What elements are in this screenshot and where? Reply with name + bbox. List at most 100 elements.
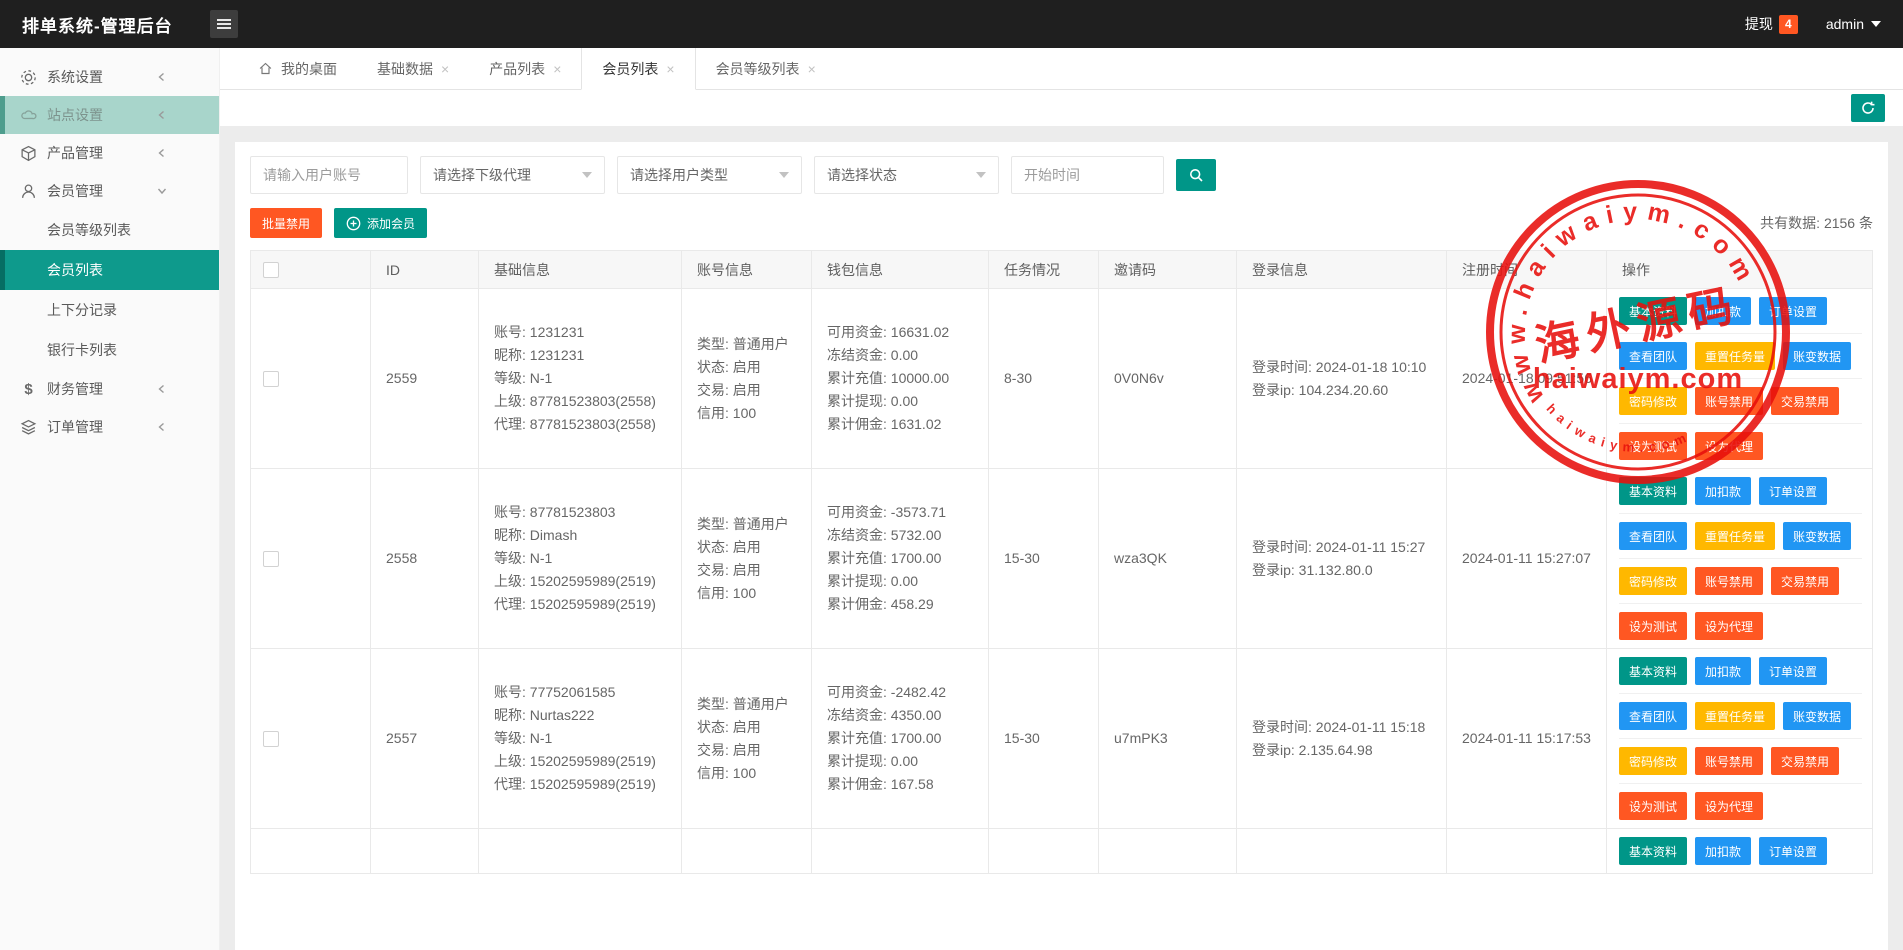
action-button[interactable]: 密码修改	[1619, 567, 1687, 595]
action-button[interactable]: 查看团队	[1619, 342, 1687, 370]
user-menu[interactable]: admin	[1826, 16, 1881, 32]
wallet-info-cell: 可用资金: -2482.42冻结资金: 4350.00累计充值: 1700.00…	[812, 649, 989, 828]
action-button[interactable]: 账号禁用	[1695, 567, 1763, 595]
action-button[interactable]: 重置任务量	[1695, 522, 1775, 550]
row-checkbox[interactable]	[263, 731, 279, 747]
info-line: 类型: 普通用户	[697, 333, 807, 356]
row-checkbox[interactable]	[263, 551, 279, 567]
actions-cell: 基本资料加扣款订单设置	[1607, 829, 1872, 873]
action-button[interactable]: 基本资料	[1619, 837, 1687, 865]
action-button[interactable]: 设为测试	[1619, 432, 1687, 460]
sidebar-item-5[interactable]: 订单管理	[0, 408, 219, 446]
start-date-input[interactable]	[1011, 156, 1164, 194]
action-button[interactable]: 交易禁用	[1771, 387, 1839, 415]
info-line: 等级: N-1	[494, 547, 677, 570]
action-button[interactable]: 加扣款	[1695, 477, 1751, 505]
action-button[interactable]: 设为测试	[1619, 612, 1687, 640]
tab-4[interactable]: 会员等级列表×	[696, 48, 836, 89]
withdraw-count-badge: 4	[1779, 15, 1798, 34]
close-icon[interactable]: ×	[666, 61, 674, 77]
account-search-input[interactable]	[250, 156, 408, 194]
action-button[interactable]: 加扣款	[1695, 837, 1751, 865]
action-button[interactable]: 查看团队	[1619, 522, 1687, 550]
status-select-value: 请选择状态	[827, 165, 897, 185]
sidebar-subitem-3-1[interactable]: 会员列表	[0, 250, 219, 290]
action-button[interactable]: 设为代理	[1695, 432, 1763, 460]
action-button[interactable]: 账号禁用	[1695, 387, 1763, 415]
action-button[interactable]: 账变数据	[1783, 522, 1851, 550]
row-checkbox[interactable]	[263, 371, 279, 387]
info-line: 信用: 100	[697, 402, 807, 425]
action-line: 基本资料加扣款订单设置	[1619, 469, 1862, 513]
column-header-1: ID	[371, 251, 479, 288]
action-button[interactable]: 设为测试	[1619, 792, 1687, 820]
action-button[interactable]: 设为代理	[1695, 612, 1763, 640]
chevron-left-icon	[157, 110, 167, 120]
basic-info-cell: 账号: 87781523803昵称: Dimash等级: N-1上级: 1520…	[479, 469, 682, 648]
tab-3[interactable]: 会员列表×	[581, 48, 695, 90]
sidebar-item-label: 会员管理	[0, 181, 103, 201]
close-icon[interactable]: ×	[808, 61, 816, 77]
invite-code-cell: wza3QK	[1099, 469, 1237, 648]
sidebar-subitem-3-0[interactable]: 会员等级列表	[0, 210, 219, 250]
refresh-button[interactable]	[1851, 94, 1885, 122]
app-title: 排单系统-管理后台	[0, 12, 198, 37]
info-line: 状态: 启用	[697, 356, 807, 379]
action-button[interactable]: 账变数据	[1783, 702, 1851, 730]
action-button[interactable]: 基本资料	[1619, 657, 1687, 685]
task-cell: 8-30	[989, 289, 1099, 468]
user-type-select[interactable]: 请选择用户类型	[617, 156, 802, 194]
table-row: 基本资料加扣款订单设置	[251, 829, 1872, 874]
agent-select[interactable]: 请选择下级代理	[420, 156, 605, 194]
info-line: 可用资金: 16631.02	[827, 321, 984, 344]
action-line: 密码修改账号禁用交易禁用	[1619, 738, 1862, 783]
sidebar-subitem-3-2[interactable]: 上下分记录	[0, 290, 219, 330]
sidebar-item-2[interactable]: 产品管理	[0, 134, 219, 172]
sidebar-subitem-3-3[interactable]: 银行卡列表	[0, 330, 219, 370]
info-line: 交易: 启用	[697, 379, 807, 402]
add-member-button[interactable]: 添加会员	[334, 208, 427, 238]
wallet-info-cell: 可用资金: -3573.71冻结资金: 5732.00累计充值: 1700.00…	[812, 469, 989, 648]
action-button[interactable]: 设为代理	[1695, 792, 1763, 820]
tab-1[interactable]: 基础数据×	[357, 48, 469, 89]
action-button[interactable]: 交易禁用	[1771, 567, 1839, 595]
close-icon[interactable]: ×	[553, 61, 561, 77]
action-button[interactable]: 基本资料	[1619, 297, 1687, 325]
action-button[interactable]: 账变数据	[1783, 342, 1851, 370]
select-all-checkbox[interactable]	[263, 262, 279, 278]
withdraw-menu[interactable]: 提现 4	[1745, 14, 1798, 34]
sidebar-item-label: 财务管理	[0, 379, 103, 399]
column-header-4: 钱包信息	[812, 251, 989, 288]
action-button[interactable]: 密码修改	[1619, 747, 1687, 775]
close-icon[interactable]: ×	[441, 61, 449, 77]
sidebar-item-0[interactable]: 系统设置	[0, 58, 219, 96]
search-button[interactable]	[1176, 159, 1216, 191]
action-button[interactable]: 查看团队	[1619, 702, 1687, 730]
status-select[interactable]: 请选择状态	[814, 156, 999, 194]
action-button[interactable]: 订单设置	[1759, 297, 1827, 325]
sidebar-item-1[interactable]: 站点设置	[0, 96, 219, 134]
action-button[interactable]: 重置任务量	[1695, 342, 1775, 370]
action-button[interactable]: 订单设置	[1759, 837, 1827, 865]
info-line: 累计佣金: 167.58	[827, 773, 984, 796]
action-button[interactable]: 基本资料	[1619, 477, 1687, 505]
login-info-cell	[1237, 829, 1447, 873]
menu-toggle-button[interactable]	[210, 10, 238, 38]
action-button[interactable]: 密码修改	[1619, 387, 1687, 415]
tab-0[interactable]: 我的桌面	[238, 48, 357, 89]
table-action-bar: 批量禁用 添加会员 共有数据: 2156 条	[250, 208, 1873, 238]
tab-2[interactable]: 产品列表×	[469, 48, 581, 89]
action-button[interactable]: 订单设置	[1759, 477, 1827, 505]
refresh-strip	[220, 90, 1903, 126]
action-button[interactable]: 加扣款	[1695, 297, 1751, 325]
action-button[interactable]: 重置任务量	[1695, 702, 1775, 730]
action-button[interactable]: 账号禁用	[1695, 747, 1763, 775]
chevron-left-icon	[157, 72, 167, 82]
gear-icon	[20, 69, 37, 86]
batch-disable-button[interactable]: 批量禁用	[250, 208, 322, 238]
action-button[interactable]: 加扣款	[1695, 657, 1751, 685]
action-button[interactable]: 订单设置	[1759, 657, 1827, 685]
action-button[interactable]: 交易禁用	[1771, 747, 1839, 775]
sidebar-item-4[interactable]: $财务管理	[0, 370, 219, 408]
sidebar-item-3[interactable]: 会员管理	[0, 172, 219, 210]
